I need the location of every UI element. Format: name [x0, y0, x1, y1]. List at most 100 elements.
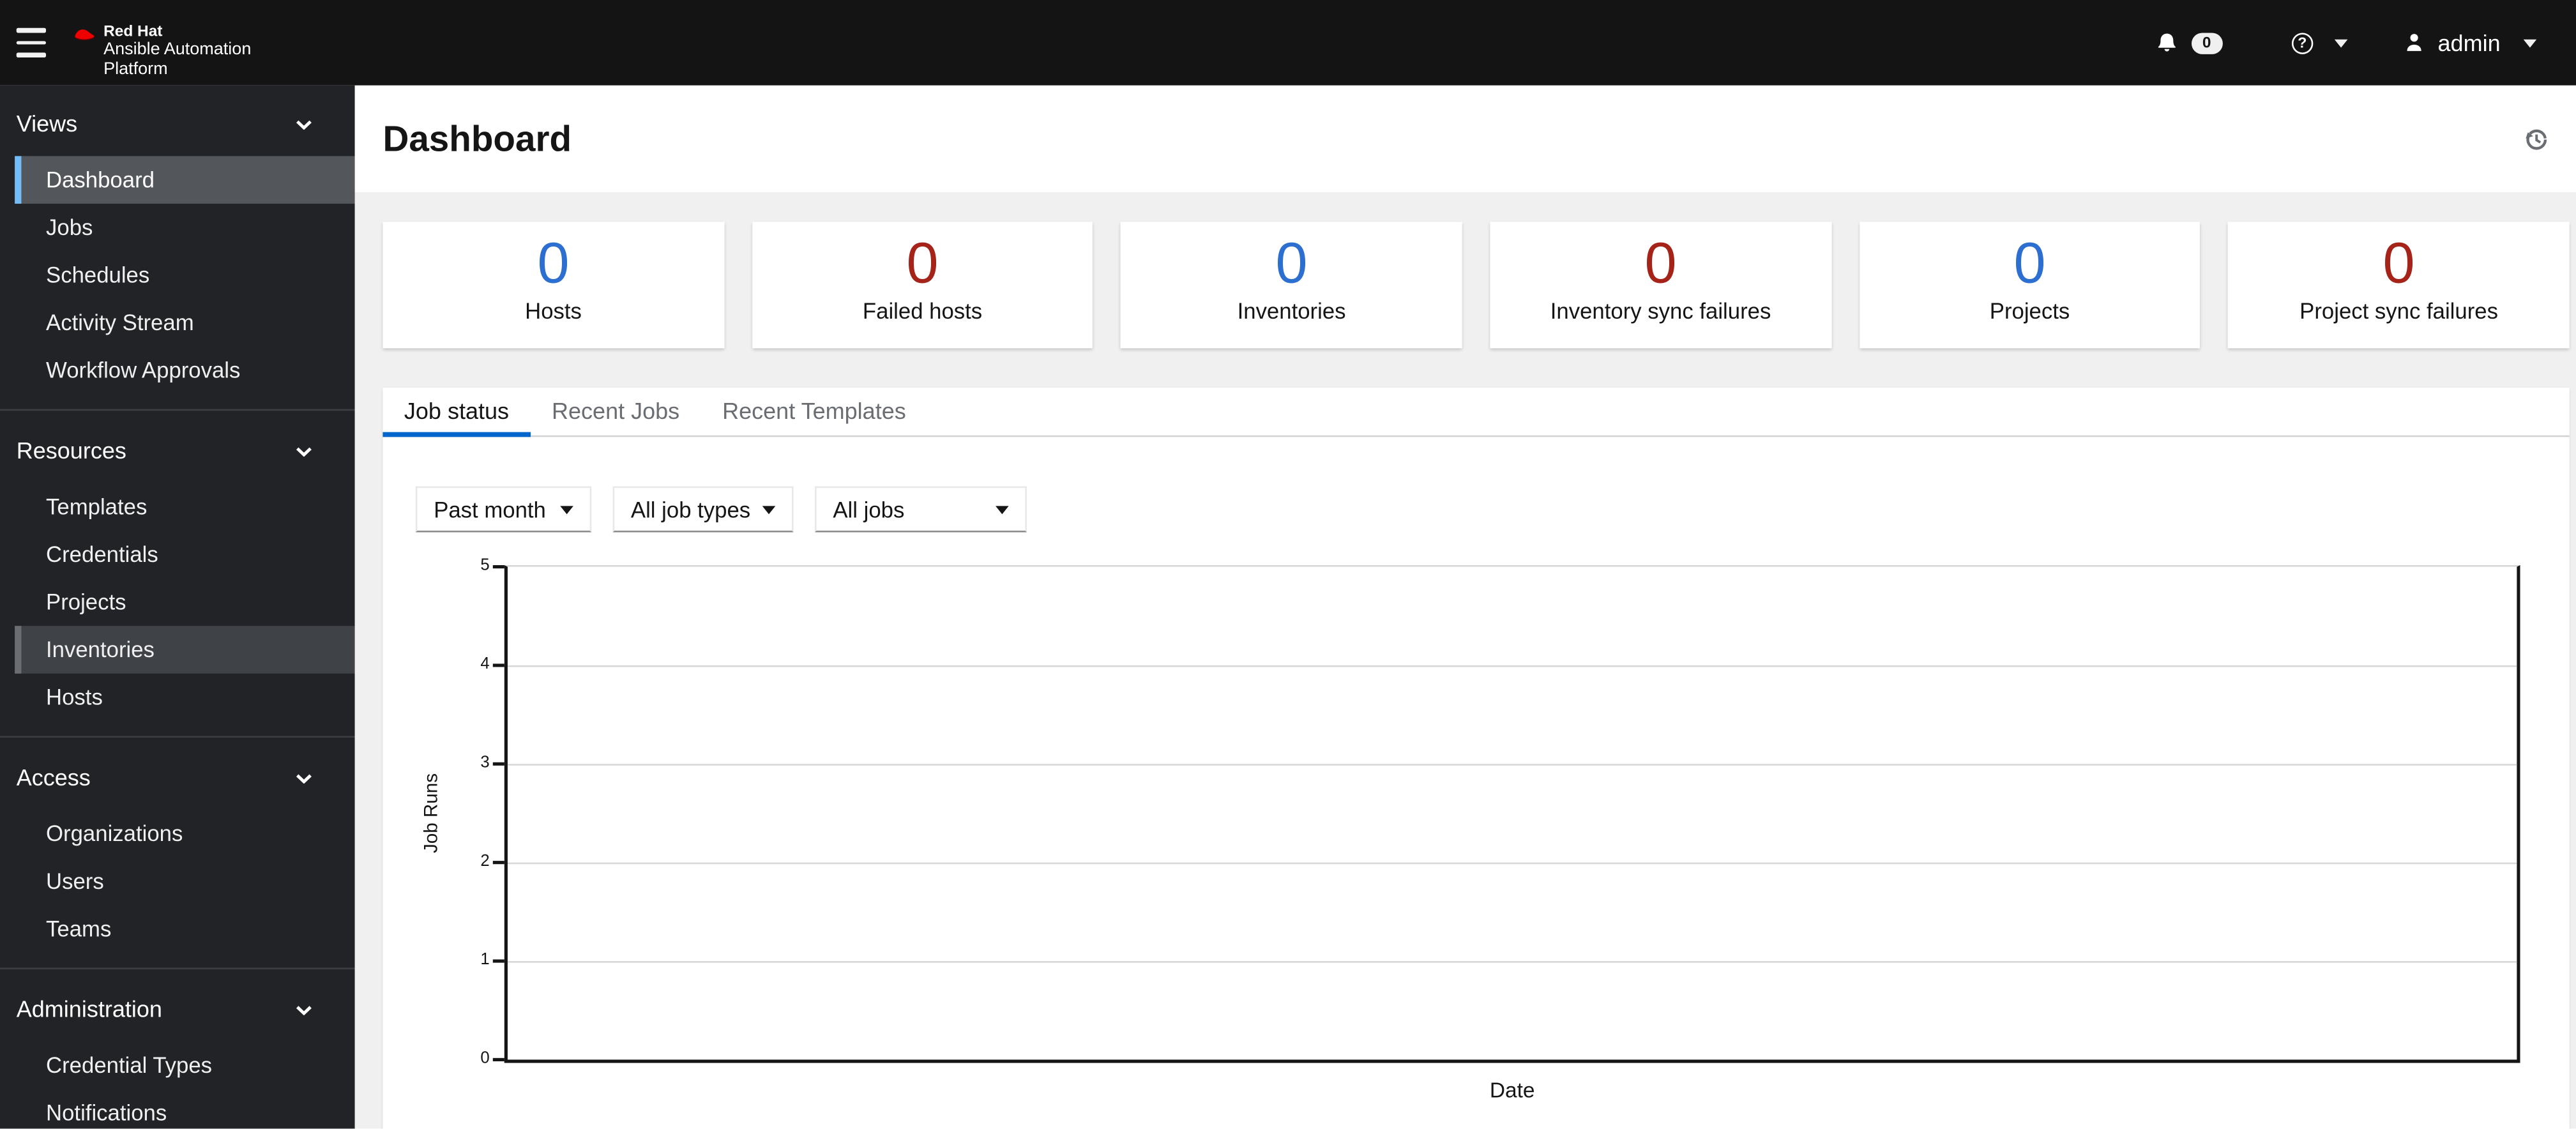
- sidebar-item-templates[interactable]: Templates: [15, 483, 355, 531]
- question-circle-icon: ?: [2291, 32, 2313, 54]
- history-icon[interactable]: [2524, 126, 2550, 152]
- nav-section-resources[interactable]: Resources: [0, 425, 355, 476]
- y-axis-tick-label: 2: [480, 852, 490, 871]
- nav-section-administration[interactable]: Administration: [0, 984, 355, 1035]
- nav-list-access: Organizations Users Teams: [0, 810, 355, 953]
- nav-section-title: Views: [16, 110, 78, 137]
- summary-label: Project sync failures: [2299, 299, 2498, 324]
- product-name-line1: Ansible Automation: [103, 39, 252, 59]
- summary-count[interactable]: 0: [383, 232, 724, 298]
- x-axis-label: Date: [1489, 1077, 1535, 1103]
- nav-section-views[interactable]: Views: [0, 98, 355, 149]
- user-icon: [2407, 34, 2421, 51]
- select-value: Past month: [434, 497, 546, 522]
- sidebar-item-dashboard[interactable]: Dashboard: [15, 156, 355, 204]
- summary-label: Hosts: [525, 299, 582, 324]
- nav-section-title: Access: [16, 764, 91, 791]
- user-dropdown[interactable]: admin: [2403, 29, 2537, 56]
- summary-count[interactable]: 0: [1859, 232, 2200, 298]
- nav-section-title: Administration: [16, 996, 162, 1022]
- sidebar-divider: [0, 967, 355, 969]
- job-type-select[interactable]: All job types: [612, 486, 794, 533]
- tab-recent-jobs[interactable]: Recent Jobs: [531, 388, 701, 436]
- summary-card-hosts[interactable]: 0 Hosts: [383, 222, 724, 349]
- sidebar-item-inventories[interactable]: Inventories: [15, 626, 355, 674]
- bell-icon: [2157, 33, 2175, 51]
- product-name-line2: Platform: [103, 58, 168, 79]
- chevron-down-icon: [296, 119, 312, 129]
- sidebar-item-credential-types[interactable]: Credential Types: [15, 1042, 355, 1089]
- sidebar-item-activity-stream[interactable]: Activity Stream: [15, 299, 355, 347]
- summary-card-failed-hosts[interactable]: 0 Failed hosts: [752, 222, 1093, 349]
- masthead: Red Hat Ansible Automation Platform 0 ?: [0, 0, 2576, 86]
- summary-card-inventories[interactable]: 0 Inventories: [1121, 222, 1462, 349]
- masthead-toolbar: 0 ? admin: [2155, 29, 2576, 56]
- chevron-down-icon: [296, 446, 312, 456]
- caret-down-icon: [762, 505, 776, 513]
- y-axis-tick-label: 1: [480, 951, 490, 969]
- nav-section-title: Resources: [16, 437, 126, 464]
- job-status-panel: Job status Recent Jobs Recent Templates Pa…: [383, 388, 2570, 1129]
- sidebar-item-projects[interactable]: Projects: [15, 579, 355, 626]
- sidebar-item-credentials[interactable]: Credentials: [15, 531, 355, 579]
- sidebar-item-teams[interactable]: Teams: [15, 905, 355, 953]
- summary-count[interactable]: 0: [2228, 232, 2569, 298]
- tab-recent-templates[interactable]: Recent Templates: [701, 388, 928, 436]
- gridline: [507, 664, 2517, 667]
- job-runs-chart: Job Runs 0 1 2 3 4 5 Date: [383, 557, 2569, 1103]
- summary-count[interactable]: 0: [1121, 232, 1462, 298]
- period-select[interactable]: Past month: [415, 486, 592, 533]
- caret-down-icon: [2523, 38, 2537, 47]
- summary-cards-row: 0 Hosts 0 Failed hosts 0 Inventories 0 Inventor…: [383, 222, 2570, 349]
- sidebar-divider: [0, 736, 355, 738]
- sidebar-item-hosts[interactable]: Hosts: [15, 674, 355, 722]
- nav-section-access[interactable]: Access: [0, 752, 355, 803]
- help-dropdown[interactable]: ?: [2291, 32, 2348, 54]
- app-viewport: Red Hat Ansible Automation Platform 0 ?: [0, 0, 2576, 1129]
- summary-count[interactable]: 0: [752, 232, 1093, 298]
- caret-down-icon: [2334, 38, 2348, 47]
- summary-count[interactable]: 0: [1490, 232, 1831, 298]
- nav-toggle-hamburger-icon[interactable]: [16, 27, 47, 58]
- y-axis-tick: [492, 959, 504, 963]
- gridline: [507, 763, 2517, 765]
- select-value: All jobs: [833, 497, 905, 522]
- y-axis-label: Job Runs: [422, 773, 443, 853]
- sidebar-item-workflow-approvals[interactable]: Workflow Approvals: [15, 347, 355, 395]
- notifications-button[interactable]: 0: [2155, 31, 2223, 56]
- nav-list-views: Dashboard Jobs Schedules Activity Stream Wor…: [0, 156, 355, 394]
- username-label: admin: [2437, 29, 2501, 56]
- y-axis-tick-label: 5: [480, 557, 490, 575]
- y-axis-tick: [492, 762, 504, 766]
- chart-filters: Past month All job types All jobs: [415, 486, 2570, 533]
- y-axis-tick: [492, 663, 504, 667]
- sidebar-navigation: Views Dashboard Jobs Schedules Activity Stre…: [0, 85, 355, 1129]
- sidebar-item-organizations[interactable]: Organizations: [15, 810, 355, 858]
- main-area: Dashboard 0 Hosts 0 Failed hosts 0 Inventorie…: [354, 85, 2576, 1129]
- job-select[interactable]: All jobs: [815, 486, 1027, 533]
- summary-card-project-sync-failures[interactable]: 0 Project sync failures: [2228, 222, 2570, 349]
- gridline: [507, 861, 2517, 863]
- dashboard-tabs: Job status Recent Jobs Recent Templates: [383, 388, 2570, 437]
- summary-label: Inventory sync failures: [1550, 299, 1771, 324]
- dashboard-content: 0 Hosts 0 Failed hosts 0 Inventories 0 Inventor…: [354, 192, 2576, 1129]
- sidebar-item-notifications[interactable]: Notifications: [15, 1089, 355, 1129]
- summary-label: Inventories: [1237, 299, 1346, 324]
- y-axis-tick: [492, 861, 504, 865]
- y-axis-tick: [492, 1057, 504, 1061]
- sidebar-item-users[interactable]: Users: [15, 858, 355, 905]
- summary-card-projects[interactable]: 0 Projects: [1859, 222, 2201, 349]
- tab-job-status[interactable]: Job status: [383, 388, 531, 437]
- y-axis-tick-label: 3: [480, 754, 490, 773]
- brand-logo[interactable]: Red Hat Ansible Automation Platform: [72, 6, 251, 79]
- page-header: Dashboard: [354, 85, 2576, 193]
- caret-down-icon: [560, 505, 573, 513]
- page-title: Dashboard: [383, 117, 572, 159]
- notifications-count-badge[interactable]: 0: [2190, 32, 2223, 54]
- summary-label: Failed hosts: [862, 299, 983, 324]
- select-value: All job types: [630, 497, 751, 522]
- sidebar-item-jobs[interactable]: Jobs: [15, 204, 355, 252]
- summary-card-inventory-sync-failures[interactable]: 0 Inventory sync failures: [1490, 222, 1831, 349]
- summary-label: Projects: [1989, 299, 2070, 324]
- sidebar-item-schedules[interactable]: Schedules: [15, 252, 355, 299]
